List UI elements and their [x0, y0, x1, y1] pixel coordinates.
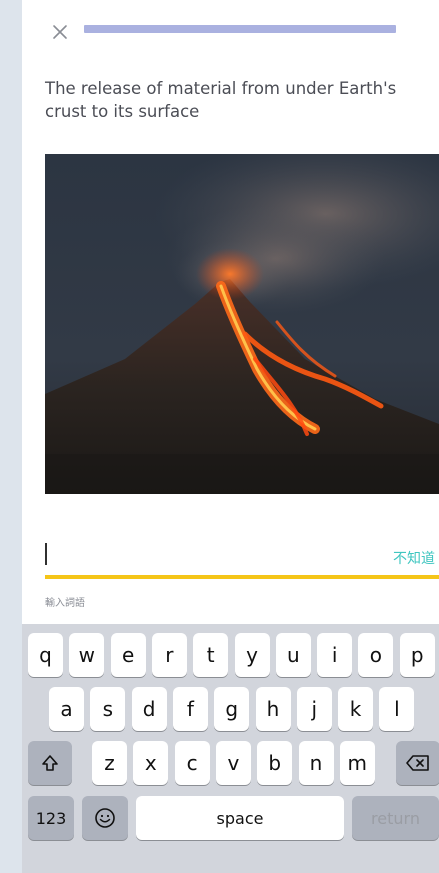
key-o[interactable]: o [358, 633, 394, 677]
volcano-illustration [45, 154, 439, 494]
key-k[interactable]: k [338, 687, 374, 731]
answer-field[interactable]: 不知道 [45, 543, 439, 583]
key-f[interactable]: f [172, 687, 208, 731]
key-l[interactable]: l [379, 687, 415, 731]
dont-know-link[interactable]: 不知道 [393, 548, 435, 568]
emoji-icon [95, 808, 115, 828]
key-g[interactable]: g [214, 687, 250, 731]
key-e[interactable]: e [110, 633, 146, 677]
backspace-icon [406, 755, 429, 771]
space-key[interactable]: space [136, 796, 344, 840]
shift-icon [42, 755, 58, 771]
key-b[interactable]: b [257, 741, 293, 785]
answer-underline [45, 575, 439, 579]
close-button[interactable] [48, 20, 72, 44]
backspace-key[interactable] [396, 741, 439, 785]
progress-bar [84, 25, 396, 33]
return-key[interactable]: return [352, 796, 439, 840]
top-bar [22, 0, 439, 60]
key-u[interactable]: u [275, 633, 311, 677]
key-i[interactable]: i [317, 633, 353, 677]
key-m[interactable]: m [339, 741, 375, 785]
key-t[interactable]: t [193, 633, 229, 677]
key-w[interactable]: w [69, 633, 105, 677]
key-a[interactable]: a [49, 687, 84, 731]
numbers-key[interactable]: 123 [28, 796, 74, 840]
emoji-key[interactable] [82, 796, 128, 840]
on-screen-keyboard: q w e r t y u i o p a s d f g h j k l z x c v b n m 123 space return [22, 624, 439, 873]
key-q[interactable]: q [28, 633, 63, 677]
key-s[interactable]: s [90, 687, 126, 731]
close-icon [53, 25, 67, 39]
key-v[interactable]: v [215, 741, 251, 785]
text-caret [45, 543, 47, 565]
key-z[interactable]: z [92, 741, 127, 785]
key-p[interactable]: p [399, 633, 435, 677]
shift-key[interactable] [28, 741, 72, 785]
progress-fill [84, 25, 396, 33]
volcano-image [45, 154, 439, 494]
key-x[interactable]: x [133, 741, 169, 785]
key-y[interactable]: y [234, 633, 270, 677]
input-hint: 輸入詞語 [45, 598, 85, 609]
key-r[interactable]: r [151, 633, 187, 677]
key-j[interactable]: j [296, 687, 332, 731]
key-n[interactable]: n [298, 741, 334, 785]
key-d[interactable]: d [131, 687, 167, 731]
key-c[interactable]: c [174, 741, 210, 785]
question-prompt: The release of material from under Earth… [45, 79, 397, 121]
key-h[interactable]: h [255, 687, 291, 731]
